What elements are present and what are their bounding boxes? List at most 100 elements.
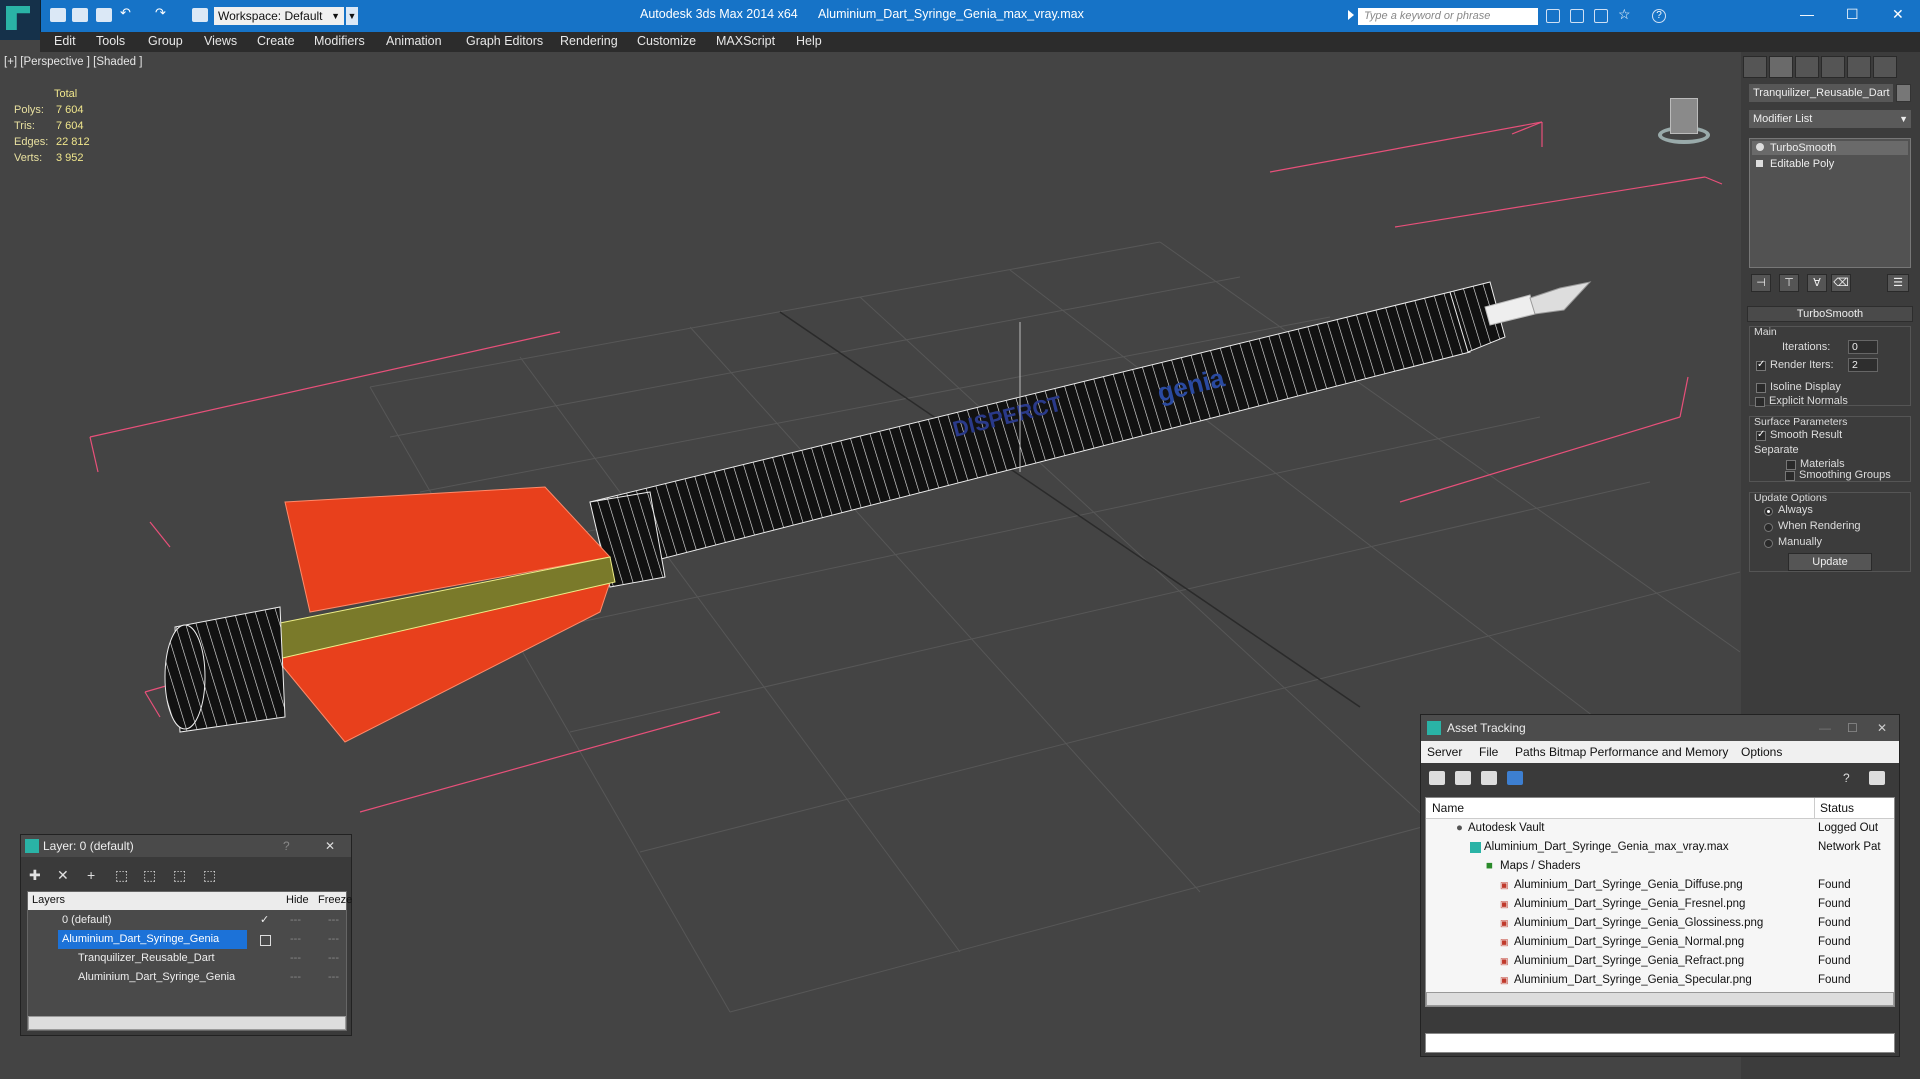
search-expand-icon[interactable] [1348,10,1354,20]
viewcube[interactable] [1652,88,1716,152]
minimize-icon[interactable]: — [1800,6,1814,22]
asset-row[interactable]: ▣ Aluminium_Dart_Syringe_Genia_Specular.p… [1426,971,1894,990]
refresh-icon[interactable] [1429,771,1445,785]
favorites-star-icon[interactable]: ☆ [1618,6,1632,22]
column-layers[interactable]: Layers [32,894,65,906]
stack-item-turbosmooth[interactable]: TurboSmooth [1752,141,1908,155]
workspace-menu-button[interactable]: ▼ [346,7,358,25]
freeze-all-icon[interactable]: ⬚ [203,867,216,884]
delete-layer-icon[interactable]: ✕ [57,867,69,884]
freeze-toggle[interactable]: --- [328,930,339,949]
settings-icon[interactable] [1869,771,1885,785]
make-unique-icon[interactable]: ∀ [1807,274,1827,292]
render-iters-checkbox[interactable] [1756,359,1766,371]
hide-toggle[interactable]: --- [290,949,301,968]
search-icon[interactable] [1570,9,1584,23]
always-radio[interactable] [1764,507,1773,516]
tree-view-icon[interactable] [1481,771,1497,785]
display-tab-icon[interactable] [1847,56,1871,78]
turbosmooth-rollout-header[interactable]: TurboSmooth [1747,306,1913,322]
new-layer-icon[interactable]: ✚ [29,867,41,884]
select-objects-icon[interactable]: ⬚ [115,867,128,884]
hierarchy-tab-icon[interactable] [1795,56,1819,78]
undo-icon[interactable]: ↶ [120,5,136,20]
pin-stack-icon[interactable]: ⊣ [1751,274,1771,292]
add-selection-icon[interactable]: + [87,867,95,883]
object-color-swatch[interactable] [1896,84,1911,102]
binoculars-icon[interactable] [1546,9,1560,23]
list-view-icon[interactable] [1455,771,1471,785]
menu-create[interactable]: Create [257,34,295,48]
close-icon[interactable]: ✕ [1877,715,1887,741]
column-status[interactable]: Status [1820,801,1854,815]
create-tab-icon[interactable] [1743,56,1767,78]
open-file-icon[interactable] [72,8,88,22]
menu-tools[interactable]: Tools [96,34,125,48]
asset-window-titlebar[interactable]: Asset Tracking — ☐ ✕ [1421,715,1899,741]
menu-modifiers[interactable]: Modifiers [314,34,365,48]
freeze-toggle[interactable]: --- [328,911,339,930]
utilities-tab-icon[interactable] [1873,56,1897,78]
bulb-icon[interactable] [1756,143,1764,151]
motion-tab-icon[interactable] [1821,56,1845,78]
help-icon[interactable]: ? [283,835,290,857]
menu-options[interactable]: Options [1741,745,1782,759]
maximize-icon[interactable]: ☐ [1846,6,1859,23]
asset-row[interactable]: ▣ Aluminium_Dart_Syringe_Genia_Refract.pn… [1426,952,1894,971]
expand-box-icon[interactable] [1756,160,1763,167]
freeze-toggle[interactable]: --- [328,949,339,968]
table-view-icon[interactable] [1507,771,1523,785]
iterations-spinner[interactable]: 0 [1848,340,1878,354]
viewport-label[interactable]: [+] [Perspective ] [Shaded ] [4,56,142,68]
hide-all-icon[interactable]: ⬚ [173,867,186,884]
close-icon[interactable]: ✕ [1892,6,1904,23]
horizontal-scrollbar[interactable] [1426,992,1894,1006]
help-icon[interactable]: ? [1652,9,1666,23]
layer-row[interactable]: Aluminium_Dart_Syringe_Genia --- --- [28,930,346,949]
menu-file[interactable]: File [1479,745,1498,759]
menu-bitmap-performance[interactable]: Bitmap Performance and Memory [1549,745,1728,759]
search-input[interactable]: Type a keyword or phrase [1358,8,1538,25]
configure-sets-icon[interactable]: ☰ [1887,274,1909,292]
new-file-icon[interactable] [50,8,66,22]
menu-maxscript[interactable]: MAXScript [716,34,775,48]
highlight-layer-icon[interactable]: ⬚ [143,867,156,884]
column-freeze[interactable]: Freeze [318,894,352,906]
menu-customize[interactable]: Customize [637,34,696,48]
smooth-result-checkbox[interactable] [1756,429,1766,441]
help-icon[interactable]: ? [1843,771,1859,785]
render-iters-spinner[interactable]: 2 [1848,358,1878,372]
manually-radio[interactable] [1764,539,1773,548]
asset-row[interactable]: ● Autodesk Vault Logged Out [1426,819,1894,838]
stack-item-editable-poly[interactable]: Editable Poly [1752,157,1908,171]
layer-window-titlebar[interactable]: Layer: 0 (default) ? ✕ [21,835,351,857]
remove-modifier-icon[interactable]: ⌫ [1831,274,1851,292]
layer-row[interactable]: Tranquilizer_Reusable_Dart --- --- [28,949,346,968]
explicit-normals-checkbox[interactable] [1755,397,1765,407]
maximize-icon[interactable]: ☐ [1847,715,1858,741]
update-button[interactable]: Update [1788,553,1872,571]
menu-group[interactable]: Group [148,34,183,48]
modify-tab-icon[interactable] [1769,56,1793,78]
asset-row[interactable]: ▣ Aluminium_Dart_Syringe_Genia_Normal.png… [1426,933,1894,952]
redo-icon[interactable]: ↷ [155,5,171,20]
modifier-list-dropdown[interactable]: Modifier List ▼ [1749,110,1911,128]
asset-row[interactable]: ▣ Aluminium_Dart_Syringe_Genia_Glossiness… [1426,914,1894,933]
asset-row[interactable]: Aluminium_Dart_Syringe_Genia_max_vray.ma… [1426,838,1894,857]
menu-animation[interactable]: Animation [386,34,442,48]
object-name-field[interactable]: Tranquilizer_Reusable_Dart [1749,84,1893,102]
project-folder-icon[interactable] [192,8,208,22]
hide-toggle[interactable]: --- [290,930,301,949]
subscription-icon[interactable] [1594,9,1608,23]
hide-toggle[interactable]: --- [290,968,301,987]
menu-edit[interactable]: Edit [54,34,76,48]
layer-row[interactable]: 0 (default) ✓ --- --- [28,911,346,930]
when-rendering-radio[interactable] [1764,523,1773,532]
asset-row[interactable]: ■ Maps / Shaders [1426,857,1894,876]
asset-path-field[interactable] [1425,1033,1895,1053]
show-end-result-icon[interactable]: ⊤ [1779,274,1799,292]
menu-rendering[interactable]: Rendering [560,34,618,48]
menu-paths[interactable]: Paths [1515,745,1546,759]
freeze-toggle[interactable]: --- [328,968,339,987]
current-layer-checkbox[interactable] [260,935,271,946]
